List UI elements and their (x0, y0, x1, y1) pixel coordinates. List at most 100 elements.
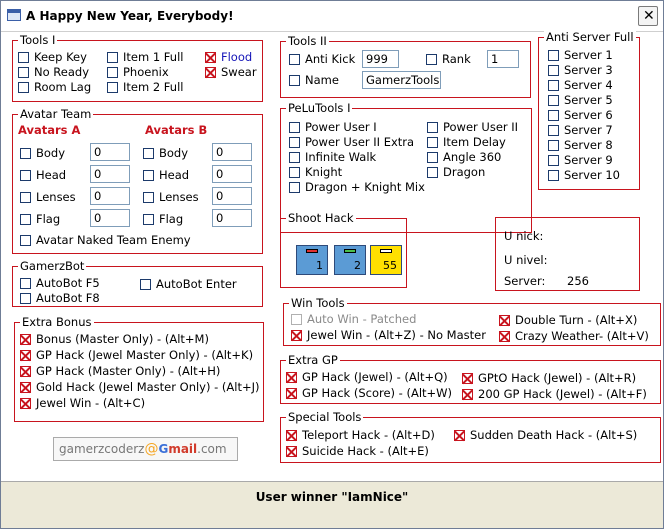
server-8-checkbox[interactable]: Server 8 (548, 138, 613, 152)
avatar-b-head-input[interactable]: 0 (212, 165, 252, 183)
autobot-f8-checkbox[interactable]: AutoBot F8 (20, 291, 100, 305)
power-1-label: 1 (316, 259, 323, 272)
checkbox-icon (289, 74, 300, 86)
anti-server-full-group: Anti Server Full Server 1 Server 3 Serve… (538, 30, 640, 190)
avatar-b-flag-input[interactable]: 0 (212, 209, 252, 227)
room-lag-checkbox[interactable]: Room Lag (18, 80, 91, 94)
avatar-a-body-checkbox[interactable]: Body (20, 146, 65, 160)
power-ss-button[interactable]: 55 (370, 245, 402, 275)
checkbox-icon (20, 234, 31, 246)
server-6-checkbox[interactable]: Server 6 (548, 108, 613, 122)
name-checkbox[interactable]: Name (289, 73, 339, 87)
jewel-win-c-checkbox[interactable]: Jewel Win - (Alt+C) (20, 396, 145, 410)
server-10-checkbox[interactable]: Server 10 (548, 168, 620, 182)
power-1-button[interactable]: 1 (296, 245, 328, 275)
close-button[interactable]: ✕ (638, 6, 658, 26)
item-delay-checkbox[interactable]: Item Delay (427, 135, 506, 149)
rank-input[interactable]: 1 (487, 50, 519, 68)
dragon-knight-mix-checkbox[interactable]: Dragon + Knight Mix (289, 180, 425, 194)
double-turn-checkbox[interactable]: Double Turn - (Alt+X) (499, 313, 637, 327)
checkbox-icon (107, 81, 118, 93)
power-2-button[interactable]: 2 (334, 245, 366, 275)
item-2-full-checkbox[interactable]: Item 2 Full (107, 80, 183, 94)
gp-hack-score-checkbox[interactable]: GP Hack (Score) - (Alt+W) (286, 386, 452, 400)
jewel-win-checkbox[interactable]: Jewel Win - (Alt+Z) - No Master (291, 328, 486, 342)
power-user-ii-extra-checkbox[interactable]: Power User II Extra (289, 135, 414, 149)
avatar-a-flag-input[interactable]: 0 (90, 209, 130, 227)
extra-gp-title: Extra GP (286, 353, 340, 367)
server-1-checkbox[interactable]: Server 1 (548, 48, 613, 62)
bonus-master-checkbox[interactable]: Bonus (Master Only) - (Alt+M) (20, 332, 209, 346)
avatar-b-body-input[interactable]: 0 (212, 143, 252, 161)
server-label: Server 7 (564, 123, 613, 137)
server-label: Server 1 (564, 48, 613, 62)
tools-ii-group: Tools II Anti Kick 999 Rank 1 Name Gamer… (280, 34, 531, 98)
server-value: 256 (567, 274, 589, 288)
crazy-weather-checkbox[interactable]: Crazy Weather- (Alt+V) (499, 329, 649, 343)
power-bar-icon (306, 249, 318, 253)
avatar-a-head-checkbox[interactable]: Head (20, 168, 66, 182)
flood-label: Flood (221, 50, 253, 64)
lenses-label: Lenses (159, 190, 199, 204)
avatar-b-lenses-input[interactable]: 0 (212, 187, 252, 205)
knight-checkbox[interactable]: Knight (289, 165, 342, 179)
gpto-hack-checkbox[interactable]: GPtO Hack (Jewel) - (Alt+R) (462, 371, 636, 385)
avatar-naked-checkbox[interactable]: Avatar Naked Team Enemy (20, 233, 191, 247)
rank-checkbox[interactable]: Rank (426, 52, 471, 66)
phoenix-checkbox[interactable]: Phoenix (107, 65, 169, 79)
name-input[interactable]: GamerzTools (362, 71, 441, 89)
checkbox-icon (548, 94, 559, 106)
avatar-a-body-input[interactable]: 0 (90, 143, 130, 161)
infinite-walk-checkbox[interactable]: Infinite Walk (289, 150, 376, 164)
email-domain: .com (197, 442, 227, 456)
gp-hack-master-checkbox[interactable]: GP Hack (Master Only) - (Alt+H) (20, 364, 220, 378)
keep-key-checkbox[interactable]: Keep Key (18, 50, 87, 64)
avatar-b-flag-checkbox[interactable]: Flag (143, 212, 183, 226)
power-user-i-checkbox[interactable]: Power User I (289, 120, 377, 134)
checkbox-icon (289, 181, 300, 193)
gp-hack-jewel-checkbox[interactable]: GP Hack (Jewel) - (Alt+Q) (286, 370, 448, 384)
server-7-checkbox[interactable]: Server 7 (548, 123, 613, 137)
autobot-enter-checkbox[interactable]: AutoBot Enter (140, 277, 237, 291)
flood-checkbox[interactable]: Flood (205, 50, 252, 64)
server-5-checkbox[interactable]: Server 5 (548, 93, 613, 107)
checkbox-icon (427, 151, 438, 163)
extra-bonus-title: Extra Bonus (20, 315, 94, 329)
server-3-checkbox[interactable]: Server 3 (548, 63, 613, 77)
avatar-b-lenses-checkbox[interactable]: Lenses (143, 190, 199, 204)
autobot-f5-checkbox[interactable]: AutoBot F5 (20, 276, 100, 290)
user-info-box: U nick: U nivel: Server: 256 (495, 217, 640, 291)
anti-kick-checkbox[interactable]: Anti Kick (289, 52, 355, 66)
shoot-hack-title: Shoot Hack (286, 211, 356, 225)
dragon-checkbox[interactable]: Dragon (427, 165, 485, 179)
avatar-a-head-input[interactable]: 0 (90, 165, 130, 183)
gpto-hack-label: GPtO Hack (Jewel) - (Alt+R) (478, 371, 637, 385)
swear-checkbox[interactable]: Swear (205, 65, 257, 79)
checkbox-icon (20, 292, 31, 304)
no-ready-checkbox[interactable]: No Ready (18, 65, 89, 79)
gp-200-hack-checkbox[interactable]: 200 GP Hack (Jewel) - (Alt+F) (462, 387, 647, 401)
auto-win-checkbox[interactable]: Auto Win - Patched (291, 312, 416, 326)
teleport-hack-checkbox[interactable]: Teleport Hack - (Alt+D) (286, 428, 435, 442)
anti-kick-input[interactable]: 999 (362, 50, 399, 68)
checked-x-icon (286, 445, 297, 457)
avatar-b-body-checkbox[interactable]: Body (143, 146, 188, 160)
avatar-a-lenses-input[interactable]: 0 (90, 187, 130, 205)
item-1-full-checkbox[interactable]: Item 1 Full (107, 50, 183, 64)
server-4-checkbox[interactable]: Server 4 (548, 78, 613, 92)
win-tools-group: Win Tools Auto Win - Patched Jewel Win -… (283, 296, 661, 346)
checkbox-icon (140, 278, 151, 290)
angle-360-checkbox[interactable]: Angle 360 (427, 150, 501, 164)
sudden-death-checkbox[interactable]: Sudden Death Hack - (Alt+S) (454, 428, 637, 442)
gold-hack-label: Gold Hack (Jewel Master Only) - (Alt+J) (36, 380, 260, 394)
suicide-hack-checkbox[interactable]: Suicide Hack - (Alt+E) (286, 444, 429, 458)
checkbox-icon (289, 136, 300, 148)
avatar-a-lenses-checkbox[interactable]: Lenses (20, 190, 76, 204)
server-9-checkbox[interactable]: Server 9 (548, 153, 613, 167)
gp-hack-jewel-master-checkbox[interactable]: GP Hack (Jewel Master Only) - (Alt+K) (20, 348, 253, 362)
gold-hack-checkbox[interactable]: Gold Hack (Jewel Master Only) - (Alt+J) (20, 380, 260, 394)
power-user-ii-checkbox[interactable]: Power User II (427, 120, 518, 134)
avatar-a-flag-checkbox[interactable]: Flag (20, 212, 60, 226)
avatar-b-head-checkbox[interactable]: Head (143, 168, 189, 182)
server-label: Server: (504, 274, 546, 288)
